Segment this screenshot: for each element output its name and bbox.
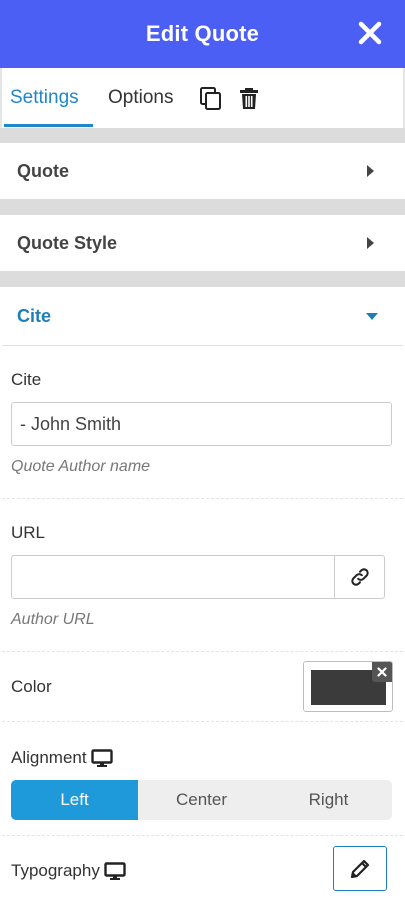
url-description: Author URL [11,611,95,628]
pencil-icon [350,859,370,878]
align-left-button[interactable]: Left [11,780,138,820]
caret-right-icon [367,165,374,177]
url-label: URL [11,523,46,542]
field-divider [2,835,403,836]
cite-label: Cite [11,370,42,389]
tab-settings[interactable]: Settings [10,68,79,128]
color-picker[interactable] [303,661,393,712]
trash-icon[interactable] [237,86,263,112]
field-divider [2,721,403,722]
color-clear-button[interactable] [372,662,392,682]
section-title: Quote [17,160,69,181]
caret-right-icon [367,237,374,249]
cite-description: Quote Author name [11,458,151,475]
field-divider [2,651,403,652]
typography-label: Typography [11,861,100,880]
copy-icon[interactable] [198,86,224,112]
desktop-icon[interactable] [104,861,126,881]
alignment-label-group: Alignment [11,748,113,768]
close-icon [377,667,387,677]
cite-input[interactable]: - John Smith [11,402,392,446]
desktop-icon[interactable] [90,748,113,768]
active-tab-indicator [4,124,93,127]
section-title: Quote Style [17,232,118,253]
typography-label-group: Typography [11,861,126,881]
close-button[interactable] [355,18,385,48]
close-icon [358,21,382,45]
section-separator [0,128,405,143]
align-right-button[interactable]: Right [265,780,392,820]
link-button[interactable] [334,555,385,599]
section-separator [0,271,405,287]
section-cite[interactable]: Cite [2,287,403,345]
section-title: Cite [17,305,52,326]
section-quote[interactable]: Quote [2,143,403,199]
caret-down-icon [366,313,378,320]
panel-title: Edit Quote [145,21,260,46]
section-quote-style[interactable]: Quote Style [2,215,403,271]
color-label: Color [11,677,52,696]
cite-settings-panel: Cite - John Smith Quote Author name URL … [2,345,403,910]
section-separator [0,199,405,215]
panel-header: Edit Quote [0,0,405,68]
alignment-label: Alignment [11,748,87,767]
link-icon [350,568,369,586]
url-input[interactable] [11,555,335,599]
alignment-selector: Left Center Right [11,780,392,820]
tab-options[interactable]: Options [108,68,173,128]
tab-bar: Settings Options [0,68,405,128]
align-center-button[interactable]: Center [138,780,265,820]
field-divider [2,498,403,499]
typography-edit-button[interactable] [333,846,387,891]
